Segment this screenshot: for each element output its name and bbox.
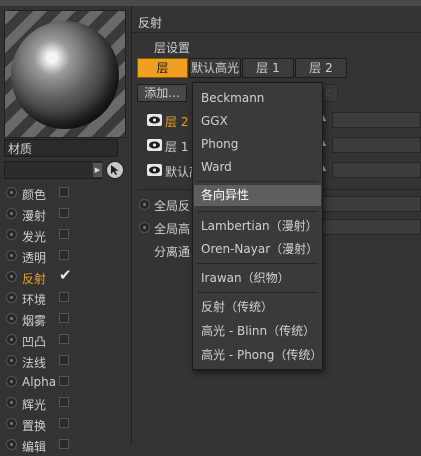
channel-row[interactable]: 漫射 xyxy=(4,204,130,225)
channel-label: 环境 xyxy=(22,293,47,307)
checkbox-icon[interactable] xyxy=(59,418,69,428)
global-specular-field[interactable] xyxy=(315,219,421,235)
global-reflection-label: 全局反 xyxy=(154,199,191,213)
global-reflection-field[interactable] xyxy=(315,196,421,212)
menu-item[interactable]: Oren-Nayar（漫射） xyxy=(194,239,321,260)
checkbox-icon[interactable] xyxy=(59,313,69,323)
menu-item[interactable]: Irawan（织物） xyxy=(194,268,321,289)
eye-icon[interactable] xyxy=(147,114,162,126)
checkbox-icon[interactable] xyxy=(59,208,69,218)
tab-layer[interactable]: 层 xyxy=(137,58,188,78)
channel-label: 编辑 xyxy=(22,440,47,454)
tab-layer-2[interactable]: 层 2 xyxy=(295,58,347,78)
channel-label: 发光 xyxy=(22,230,47,244)
picker-arrow-icon[interactable] xyxy=(106,161,124,179)
menu-separator xyxy=(197,263,318,264)
menu-separator xyxy=(197,292,318,293)
radio-icon[interactable] xyxy=(6,418,17,429)
menu-item[interactable]: 高光 - Blinn（传统） xyxy=(194,321,321,342)
channel-row[interactable]: 凹凸 xyxy=(4,330,130,351)
menu-item[interactable]: Ward xyxy=(194,157,321,178)
radio-icon[interactable] xyxy=(6,229,17,240)
panel-title: 反射 xyxy=(138,16,163,30)
material-preview-sphere xyxy=(11,21,119,129)
layer-strength-field[interactable] xyxy=(332,112,421,128)
menu-item[interactable]: 各向异性 xyxy=(194,185,321,206)
radio-icon[interactable] xyxy=(6,292,17,303)
checkbox-icon[interactable] xyxy=(59,292,69,302)
radio-icon[interactable] xyxy=(6,397,17,408)
channel-list: 颜色漫射发光透明反射 ✔ 环境烟雾凹凸法线 Alpha 辉光置换编辑 xyxy=(4,183,130,456)
radio-icon[interactable] xyxy=(6,313,17,324)
divider xyxy=(132,32,421,33)
menu-separator xyxy=(197,211,318,212)
radio-icon[interactable] xyxy=(6,271,17,282)
channel-label: 法线 xyxy=(22,356,47,370)
checkmark-icon[interactable]: ✔ xyxy=(59,266,72,284)
menu-item[interactable]: 高光 - Phong（传统） xyxy=(194,345,322,366)
checkbox-icon[interactable] xyxy=(59,376,69,386)
checkbox-icon[interactable] xyxy=(59,397,69,407)
channel-label: 漫射 xyxy=(22,209,47,223)
channel-row[interactable]: 透明 xyxy=(4,246,130,267)
channel-row[interactable]: 编辑 xyxy=(4,435,130,456)
radio-icon[interactable] xyxy=(6,334,17,345)
channel-label: 反射 xyxy=(22,272,47,286)
checkbox-icon[interactable] xyxy=(59,229,69,239)
channel-label: 透明 xyxy=(22,251,47,265)
channel-label: 置换 xyxy=(22,419,47,433)
material-left-panel: 材质 ▶ 颜色漫射发光透明反射 ✔ 环境烟雾凹凸法线 Alpha 辉光置换编辑 xyxy=(0,6,132,454)
layer-name: 层 2 xyxy=(165,115,189,129)
expand-arrow-icon[interactable]: ▶ xyxy=(93,163,102,177)
channel-row[interactable]: 颜色 xyxy=(4,183,130,204)
add-layer-button[interactable]: 添加... xyxy=(137,84,187,102)
layer-name: 层 1 xyxy=(165,140,189,154)
checkbox-icon[interactable] xyxy=(59,355,69,365)
menu-separator xyxy=(197,181,318,182)
layer-strength-field[interactable] xyxy=(332,162,421,178)
menu-item[interactable]: Lambertian（漫射） xyxy=(194,216,321,237)
eye-icon[interactable] xyxy=(147,139,162,151)
checkbox-icon[interactable] xyxy=(59,439,69,449)
channel-row[interactable]: 环境 xyxy=(4,288,130,309)
radio-icon[interactable] xyxy=(139,199,150,210)
channel-row[interactable]: Alpha xyxy=(4,372,130,393)
global-specular-label: 全局高 xyxy=(154,222,191,236)
material-name-field[interactable]: 材质 xyxy=(4,139,118,157)
radio-icon[interactable] xyxy=(6,439,17,450)
layer-settings-label: 层设置 xyxy=(154,41,191,55)
channel-row[interactable]: 烟雾 xyxy=(4,309,130,330)
channel-label: 辉光 xyxy=(22,398,47,412)
filter-input[interactable] xyxy=(4,161,102,179)
channel-label: 凹凸 xyxy=(22,335,47,349)
menu-item[interactable]: Phong xyxy=(194,134,321,155)
radio-icon[interactable] xyxy=(6,355,17,366)
checkbox-icon[interactable] xyxy=(59,187,69,197)
channel-row[interactable]: 发光 xyxy=(4,225,130,246)
menu-item[interactable]: Beckmann xyxy=(194,88,321,109)
channel-label: Alpha xyxy=(22,375,57,389)
eye-icon[interactable] xyxy=(147,164,162,176)
tab-layer-1[interactable]: 层 1 xyxy=(242,58,294,78)
channel-row[interactable]: 法线 xyxy=(4,351,130,372)
layer-strength-field[interactable] xyxy=(332,137,421,153)
channel-label: 颜色 xyxy=(22,188,47,202)
channel-label: 烟雾 xyxy=(22,314,47,328)
layer-type-menu: Beckmann GGX Phong Ward 各向异性 Lambertian（漫射） Or… xyxy=(192,82,323,370)
channel-row[interactable]: 反射 ✔ xyxy=(4,266,130,288)
menu-item[interactable]: 反射（传统） xyxy=(194,297,321,318)
radio-icon[interactable] xyxy=(6,187,17,198)
material-preview[interactable] xyxy=(4,10,126,138)
radio-icon[interactable] xyxy=(6,250,17,261)
radio-icon[interactable] xyxy=(6,208,17,219)
radio-icon[interactable] xyxy=(139,222,150,233)
tab-default-specular[interactable]: 默认高光 xyxy=(189,58,241,78)
channel-row[interactable]: 置换 xyxy=(4,414,130,435)
radio-icon[interactable] xyxy=(6,376,17,387)
checkbox-icon[interactable] xyxy=(59,250,69,260)
channel-row[interactable]: 辉光 xyxy=(4,393,130,414)
menu-item[interactable]: GGX xyxy=(194,111,321,132)
separate-passes-label: 分离通 xyxy=(154,245,191,259)
checkbox-icon[interactable] xyxy=(59,334,69,344)
